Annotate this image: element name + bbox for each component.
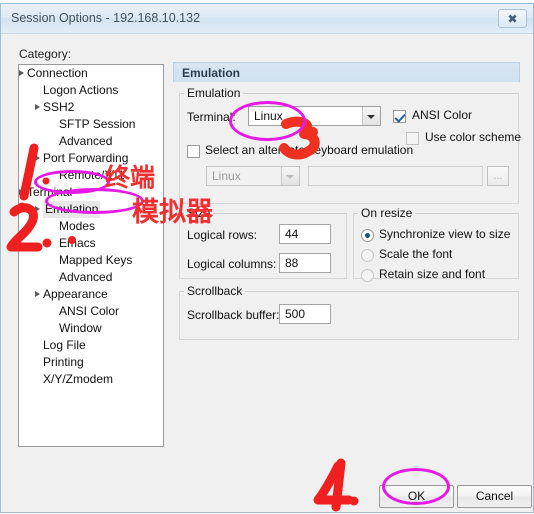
- tree-item-window[interactable]: Window: [19, 320, 163, 337]
- use-color-scheme-label: Use color scheme: [425, 130, 522, 144]
- scrollback-buffer-value: 500: [285, 307, 306, 321]
- tree-item-label: SSH2: [43, 100, 75, 114]
- tree-item-label: Remote/X11: [59, 168, 125, 182]
- logical-columns-value: 88: [285, 256, 299, 270]
- tree-item-logon-actions[interactable]: Logon Actions: [19, 82, 163, 99]
- tree-item-sftp-session[interactable]: SFTP Session: [19, 116, 163, 133]
- scrollback-group-legend: Scrollback: [187, 284, 243, 298]
- tree-item-printing[interactable]: Printing: [19, 354, 163, 371]
- alternate-keyboard-select-value: Linux: [212, 169, 241, 183]
- tree-item-label: Window: [59, 321, 102, 335]
- scrollback-buffer-input[interactable]: 500: [279, 304, 331, 324]
- tree-item-label: Terminal: [27, 185, 73, 199]
- expander-arrow-icon[interactable]: [35, 206, 40, 212]
- panel-body: Emulation Terminal: Linux ANSI Color Use…: [173, 82, 522, 382]
- tree-item-emulation[interactable]: Emulation: [19, 201, 163, 218]
- category-label: Category:: [19, 47, 72, 61]
- window-title: Session Options - 192.168.10.132: [11, 11, 201, 25]
- expander-arrow-icon[interactable]: [19, 70, 24, 76]
- tree-item-advanced[interactable]: Advanced: [19, 269, 163, 286]
- tree-item-label: Port Forwarding: [43, 151, 129, 165]
- tree-item-modes[interactable]: Modes: [19, 218, 163, 235]
- tree-item-label: X/Y/Zmodem: [43, 372, 114, 386]
- radio-label: Retain size and font: [379, 267, 486, 281]
- expander-arrow-icon[interactable]: [35, 291, 40, 297]
- browse-button[interactable]: ...: [487, 166, 509, 186]
- tree-item-label: Advanced: [59, 134, 113, 148]
- chevron-down-icon[interactable]: [362, 107, 380, 125]
- emulation-group-legend: Emulation: [187, 86, 241, 100]
- terminal-select[interactable]: Linux: [248, 106, 381, 126]
- tree-item-label: Connection: [27, 66, 88, 80]
- logical-columns-input[interactable]: 88: [279, 253, 331, 273]
- alternate-keyboard-checkbox[interactable]: [187, 145, 200, 158]
- expander-arrow-icon[interactable]: [19, 189, 24, 195]
- alternate-keyboard-path-input[interactable]: [308, 166, 483, 186]
- logical-rows-value: 44: [285, 227, 299, 241]
- alternate-keyboard-select[interactable]: Linux: [206, 166, 300, 186]
- radio-label: Synchronize view to size: [379, 227, 511, 241]
- ok-button[interactable]: OK: [379, 485, 454, 508]
- expander-arrow-icon[interactable]: [35, 104, 40, 110]
- tree-item-appearance[interactable]: Appearance: [19, 286, 163, 303]
- tree-item-x-y-zmodem[interactable]: X/Y/Zmodem: [19, 371, 163, 388]
- category-tree[interactable]: Connection Logon Actions SSH2 SFTP Session A…: [18, 64, 164, 447]
- terminal-label: Terminal:: [187, 110, 236, 124]
- tree-item-mapped-keys[interactable]: Mapped Keys: [19, 252, 163, 269]
- expander-arrow-icon[interactable]: [35, 155, 40, 161]
- tree-item-label: Modes: [59, 219, 96, 233]
- close-glyph: ✖: [507, 11, 518, 26]
- tree-item-label: Emacs: [59, 236, 96, 250]
- tree-item-label: Appearance: [43, 287, 108, 301]
- logical-rows-input[interactable]: 44: [279, 224, 331, 244]
- tree-item-connection[interactable]: Connection: [19, 65, 163, 82]
- scrollback-buffer-label: Scrollback buffer:: [187, 308, 280, 322]
- chevron-down-icon-disabled: [281, 167, 299, 185]
- tree-item-ansi-color[interactable]: ANSI Color: [19, 303, 163, 320]
- title-bar: Session Options - 192.168.10.132 ✖: [1, 4, 533, 34]
- close-icon[interactable]: ✖: [498, 9, 527, 28]
- tree-item-label: SFTP Session: [59, 117, 136, 131]
- alternate-keyboard-label: Select an alternate keyboard emulation: [205, 143, 414, 157]
- radio-synchronize-view-to-size[interactable]: [361, 229, 374, 242]
- ansi-color-checkbox[interactable]: [393, 110, 406, 123]
- tree-item-remote-x11[interactable]: Remote/X11: [19, 167, 163, 184]
- size-group-legend: Size: [187, 206, 211, 220]
- tree-item-advanced[interactable]: Advanced: [19, 133, 163, 150]
- tree-item-port-forwarding[interactable]: Port Forwarding: [19, 150, 163, 167]
- tree-item-emacs[interactable]: Emacs: [19, 235, 163, 252]
- tree-item-terminal[interactable]: Terminal: [19, 184, 163, 201]
- logical-columns-label: Logical columns:: [187, 257, 277, 271]
- tree-item-ssh2[interactable]: SSH2: [19, 99, 163, 116]
- dialog-body: Category: Connection Logon Actions SSH2 SFT…: [1, 34, 534, 514]
- session-options-dialog: Session Options - 192.168.10.132 ✖ Categ…: [0, 3, 534, 513]
- tree-item-label: Logon Actions: [43, 83, 119, 97]
- on-resize-group-legend: On resize: [361, 206, 413, 220]
- tree-item-label: ANSI Color: [59, 304, 120, 318]
- panel-header: Emulation: [173, 62, 520, 82]
- cancel-button[interactable]: Cancel: [457, 485, 532, 508]
- ansi-color-label: ANSI Color: [412, 108, 473, 122]
- tree-item-label: Log File: [43, 338, 86, 352]
- tree-item-log-file[interactable]: Log File: [19, 337, 163, 354]
- tree-item-label: Mapped Keys: [59, 253, 133, 267]
- radio-label: Scale the font: [379, 247, 453, 261]
- tree-item-label: Printing: [43, 355, 84, 369]
- tree-item-label: Advanced: [59, 270, 113, 284]
- radio-retain-size-and-font[interactable]: [361, 269, 374, 282]
- terminal-select-value: Linux: [254, 109, 283, 123]
- radio-scale-the-font[interactable]: [361, 249, 374, 262]
- tree-item-label: Emulation: [43, 201, 101, 218]
- logical-rows-label: Logical rows:: [187, 228, 258, 242]
- panel-header-title: Emulation: [182, 66, 241, 80]
